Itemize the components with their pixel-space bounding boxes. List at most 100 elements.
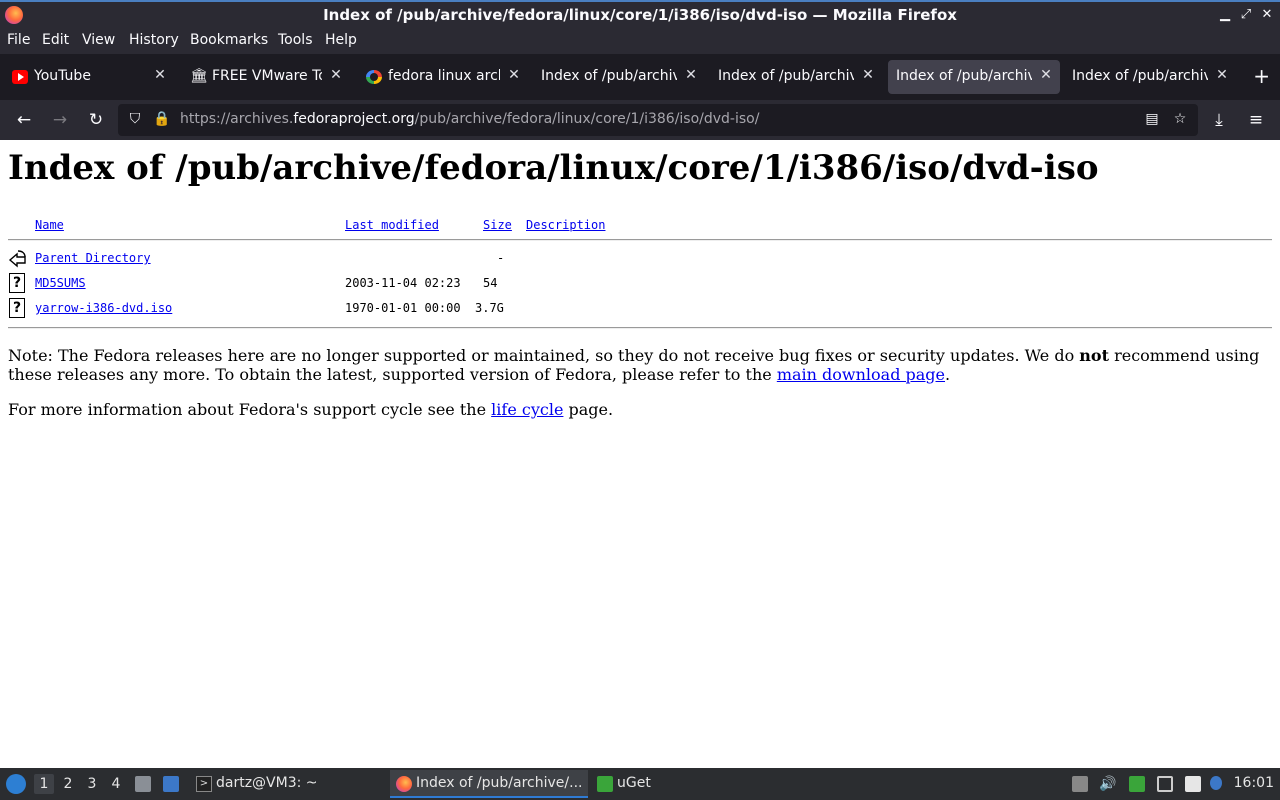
updates-icon[interactable] (1210, 776, 1222, 790)
life-cycle-link[interactable]: life cycle (491, 400, 563, 419)
tab-vmware-tools[interactable]: 🏛 FREE VMware Tools ✕ (180, 60, 350, 94)
network-icon[interactable] (1157, 776, 1173, 792)
close-tab-icon[interactable]: ✕ (152, 67, 168, 85)
tab-index-2[interactable]: Index of /pub/archive ✕ (710, 60, 882, 94)
reader-view-icon[interactable]: ▤ (1143, 111, 1161, 129)
url-path: /pub/archive/fedora/linux/core/1/i386/is… (414, 111, 760, 127)
tab-label: Index of /pub/archive (1072, 68, 1208, 84)
storage-icon[interactable] (1072, 776, 1088, 792)
shield-icon[interactable]: ⛉ (126, 111, 144, 129)
close-tab-icon[interactable]: ✕ (860, 67, 876, 85)
url-text[interactable]: https://archives.fedoraproject.org/pub/a… (180, 111, 759, 127)
row-size: - (497, 251, 505, 265)
menu-file[interactable]: File (7, 32, 30, 48)
close-tab-icon[interactable]: ✕ (1038, 67, 1054, 85)
task-label: uGet (617, 775, 651, 791)
start-menu-icon[interactable] (6, 774, 26, 794)
divider (8, 239, 1272, 241)
menu-help[interactable]: Help (325, 32, 357, 48)
tab-youtube[interactable]: YouTube ✕ (2, 60, 174, 94)
task-terminal[interactable]: > dartz@VM3: ~ (190, 770, 380, 798)
url-prefix: https://archives. (180, 111, 294, 127)
window-titlebar: Index of /pub/archive/fedora/linux/core/… (0, 0, 1280, 30)
reload-icon[interactable]: ↻ (85, 109, 107, 131)
workspace-1[interactable]: 1 (34, 774, 54, 794)
column-name-link[interactable]: Name (35, 218, 64, 232)
hamburger-menu-icon[interactable]: ≡ (1245, 109, 1267, 131)
table-row: yarrow-i386-dvd.iso 1970-01-01 00:00 3.7… (8, 298, 1272, 318)
minimize-icon[interactable]: ▁ (1215, 5, 1235, 25)
tab-index-4[interactable]: Index of /pub/archive ✕ (1064, 60, 1236, 94)
tab-label: FREE VMware Tools (212, 68, 322, 84)
main-download-page-link[interactable]: main download page (777, 365, 945, 384)
column-description-link[interactable]: Description (526, 218, 605, 232)
menu-edit[interactable]: Edit (42, 32, 69, 48)
tab-fedora-search[interactable]: fedora linux archive ✕ (356, 60, 528, 94)
note-text: . (945, 365, 951, 384)
volume-icon[interactable]: 🔊 (1099, 776, 1116, 792)
note-emphasis: not (1079, 346, 1109, 365)
task-uget[interactable]: uGet (591, 770, 681, 798)
unknown-file-icon (9, 298, 25, 318)
navigation-bar: ← → ↻ ⛉ 🔒 https://archives.fedoraproject… (0, 100, 1280, 140)
menu-tools[interactable]: Tools (278, 32, 313, 48)
note-text: For more information about Fedora's supp… (8, 400, 492, 419)
uget-icon (597, 776, 613, 792)
bookmark-star-icon[interactable]: ☆ (1171, 111, 1189, 129)
divider (8, 327, 1272, 329)
museum-icon: 🏛 (190, 68, 208, 84)
file-link-iso[interactable]: yarrow-i386-dvd.iso (35, 301, 172, 315)
terminal-icon: > (196, 776, 212, 792)
table-row: MD5SUMS 2003-11-04 02:23 54 (8, 273, 1272, 293)
tab-index-1[interactable]: Index of /pub/archive ✕ (533, 60, 705, 94)
taskbar: 1 2 3 4 > dartz@VM3: ~ Index of /pub/arc… (0, 768, 1280, 800)
close-tab-icon[interactable]: ✕ (328, 67, 344, 85)
support-note: Note: The Fedora releases here are no lo… (8, 346, 1272, 384)
maximize-icon[interactable]: ⤢ (1236, 5, 1256, 25)
uget-tray-icon[interactable] (1129, 776, 1145, 792)
window-title: Index of /pub/archive/fedora/linux/core/… (323, 6, 957, 24)
tab-index-active[interactable]: Index of /pub/archive ✕ (888, 60, 1060, 94)
downloads-icon[interactable]: ⤓ (1208, 109, 1230, 131)
menu-bar: File Edit View History Bookmarks Tools H… (0, 30, 1280, 54)
clock[interactable]: 16:01 (1234, 775, 1274, 791)
forward-arrow-icon[interactable]: → (49, 109, 71, 131)
menu-history[interactable]: History (129, 32, 179, 48)
file-link-md5sums[interactable]: MD5SUMS (35, 276, 86, 290)
lock-icon[interactable]: 🔒 (153, 111, 171, 129)
close-tab-icon[interactable]: ✕ (506, 67, 522, 85)
workspace-2[interactable]: 2 (58, 774, 78, 794)
tab-label: Index of /pub/archive (541, 68, 677, 84)
unknown-file-icon (9, 273, 25, 293)
page-content: Index of /pub/archive/fedora/linux/core/… (0, 140, 1280, 768)
tab-strip: YouTube ✕ 🏛 FREE VMware Tools ✕ fedora l… (0, 54, 1280, 100)
close-tab-icon[interactable]: ✕ (683, 67, 699, 85)
lifecycle-note: For more information about Fedora's supp… (8, 400, 613, 419)
tab-label: Index of /pub/archive (896, 68, 1032, 84)
row-modified: 1970-01-01 00:00 (345, 301, 461, 315)
task-firefox[interactable]: Index of /pub/archive/... (390, 770, 588, 798)
column-modified-link[interactable]: Last modified (345, 218, 439, 232)
close-window-icon[interactable]: ✕ (1257, 5, 1277, 25)
task-label: dartz@VM3: ~ (216, 775, 318, 791)
workspace-3[interactable]: 3 (82, 774, 102, 794)
parent-directory-link[interactable]: Parent Directory (35, 251, 151, 265)
file-manager-icon[interactable] (135, 776, 151, 792)
tab-label: YouTube (34, 68, 91, 84)
menu-bookmarks[interactable]: Bookmarks (190, 32, 268, 48)
url-bar[interactable]: ⛉ 🔒 https://archives.fedoraproject.org/p… (118, 104, 1198, 136)
row-modified: 2003-11-04 02:23 (345, 276, 461, 290)
note-text: Note: The Fedora releases here are no lo… (8, 346, 1080, 365)
clipboard-icon[interactable] (1185, 776, 1201, 792)
row-size: 3.7G (475, 301, 504, 315)
close-tab-icon[interactable]: ✕ (1214, 67, 1230, 85)
back-arrow-icon[interactable]: ← (13, 109, 35, 131)
workspace-4[interactable]: 4 (106, 774, 126, 794)
menu-view[interactable]: View (82, 32, 115, 48)
firefox-icon (396, 776, 412, 792)
show-desktop-icon[interactable] (163, 776, 179, 792)
column-size-link[interactable]: Size (483, 218, 512, 232)
tab-label: Index of /pub/archive (718, 68, 854, 84)
page-heading: Index of /pub/archive/fedora/linux/core/… (8, 148, 1099, 188)
new-tab-icon[interactable]: + (1253, 64, 1270, 88)
